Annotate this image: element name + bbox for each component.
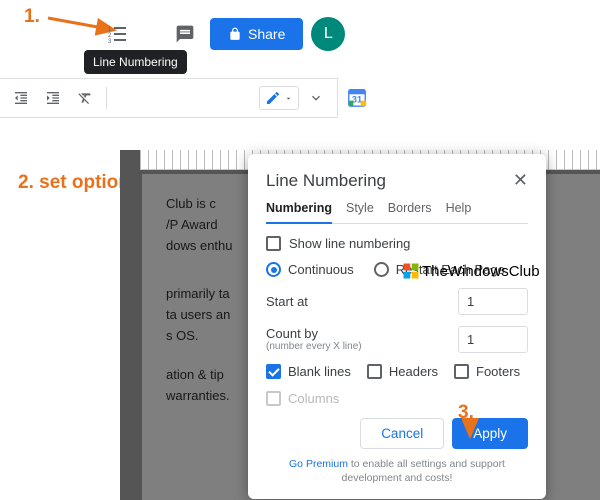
count-by-hint: (number every X line) [266,341,362,352]
footers-label: Footers [476,364,520,379]
continuous-radio[interactable] [266,262,281,277]
share-button[interactable]: Share [210,18,303,50]
avatar[interactable]: L [311,17,345,51]
blank-lines-label: Blank lines [288,364,351,379]
columns-checkbox [266,391,281,406]
annotation-step1: 1. [24,6,40,28]
premium-note: Go Premium to enable all settings and su… [266,458,528,485]
close-icon[interactable]: ✕ [513,170,528,191]
indent-icon[interactable] [38,83,68,113]
headers-checkbox[interactable] [367,364,382,379]
line-numbering-dialog: Line Numbering ✕ Numbering Style Borders… [248,154,546,499]
outdent-icon[interactable] [6,83,36,113]
dialog-tabs: Numbering Style Borders Help [266,201,528,224]
watermark: TheWindowsClub [402,262,540,280]
tab-borders[interactable]: Borders [388,201,432,223]
show-line-numbering-label: Show line numbering [289,236,410,251]
continuous-label: Continuous [288,262,354,277]
tab-numbering[interactable]: Numbering [266,201,332,224]
clear-format-icon[interactable] [70,83,100,113]
calendar-icon[interactable]: 31 [346,86,368,108]
count-by-label: Count by [266,326,362,341]
tooltip-line-numbering: Line Numbering [84,50,187,74]
overflow-icon[interactable] [301,83,331,113]
windows-logo-icon [402,262,420,280]
svg-text:3: 3 [108,39,112,44]
start-at-input[interactable] [458,288,528,315]
svg-text:31: 31 [352,95,362,105]
share-label: Share [248,26,285,42]
tab-help[interactable]: Help [446,201,472,223]
restart-each-page-radio[interactable] [374,262,389,277]
show-line-numbering-checkbox[interactable] [266,236,281,251]
format-toolbar [0,78,338,118]
footers-checkbox[interactable] [454,364,469,379]
go-premium-link[interactable]: Go Premium [289,458,348,470]
comment-icon[interactable] [168,17,202,51]
count-by-input[interactable] [458,326,528,353]
arrow-3 [462,416,482,444]
editing-mode-button[interactable] [259,86,299,110]
separator [106,87,107,109]
blank-lines-checkbox[interactable] [266,364,281,379]
start-at-label: Start at [266,294,308,309]
lock-icon [228,27,242,41]
headers-label: Headers [389,364,438,379]
pencil-icon [265,90,281,106]
line-numbering-button[interactable]: 123 [100,17,134,51]
columns-label: Columns [288,391,339,406]
dialog-title: Line Numbering [266,171,386,191]
chevron-down-icon [284,94,293,103]
cancel-button[interactable]: Cancel [360,418,444,449]
tab-style[interactable]: Style [346,201,374,223]
